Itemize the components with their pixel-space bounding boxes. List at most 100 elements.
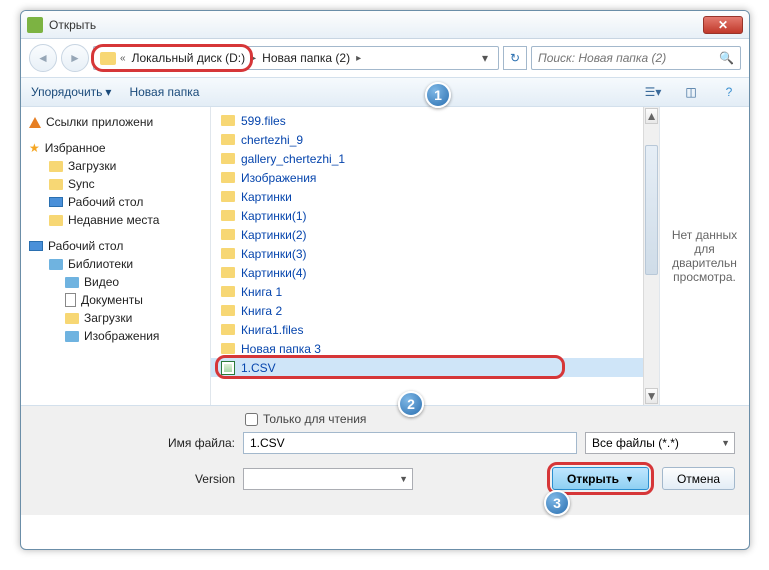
file-row[interactable]: Картинки(1): [211, 206, 643, 225]
sidebar-recent[interactable]: Недавние места: [25, 211, 206, 229]
file-row[interactable]: Картинки(4): [211, 263, 643, 282]
file-row[interactable]: Новая папка 3: [211, 339, 643, 358]
file-name: chertezhi_9: [241, 133, 303, 147]
chevron-down-icon: ▼: [625, 474, 634, 484]
file-name: Картинки(2): [241, 228, 307, 242]
callout-3-outline: Открыть ▼: [547, 462, 654, 495]
toolbar: Упорядочить ▾ Новая папка ☰▾ ◫ ?: [21, 77, 749, 107]
file-row[interactable]: Книга 2: [211, 301, 643, 320]
file-row[interactable]: 1.CSV: [211, 358, 643, 377]
close-icon: ✕: [718, 18, 728, 32]
breadcrumb-folder[interactable]: Новая папка (2): [260, 51, 352, 65]
file-name: 599.files: [241, 114, 286, 128]
file-name: Картинки(3): [241, 247, 307, 261]
search-icon[interactable]: 🔍: [719, 51, 734, 65]
folder-icon: [221, 343, 235, 354]
preview-pane-button[interactable]: ◫: [681, 82, 701, 102]
file-row[interactable]: chertezhi_9: [211, 130, 643, 149]
file-name: gallery_chertezhi_1: [241, 152, 345, 166]
version-combo[interactable]: ▼: [243, 468, 413, 490]
scrollbar[interactable]: ▲ ▼: [643, 107, 659, 405]
version-label: Version: [35, 472, 235, 486]
sidebar-libraries[interactable]: Библиотеки: [25, 255, 206, 273]
vlc-icon: [29, 117, 41, 128]
folder-icon: [221, 153, 235, 164]
file-list[interactable]: 599.files chertezhi_9 gallery_chertezhi_1 И…: [211, 107, 643, 405]
libraries-icon: [49, 259, 63, 270]
file-name: Картинки(4): [241, 266, 307, 280]
help-button[interactable]: ?: [719, 82, 739, 102]
back-button[interactable]: ◄: [29, 44, 57, 72]
file-row[interactable]: Книга1.files: [211, 320, 643, 339]
chevron-down-icon: ▼: [721, 438, 730, 448]
file-name: Книга 2: [241, 304, 282, 318]
sidebar-favorites[interactable]: ★Избранное: [25, 139, 206, 157]
folder-icon: [221, 115, 235, 126]
address-dropdown[interactable]: ▾: [478, 51, 492, 65]
sidebar-sync[interactable]: Sync: [25, 175, 206, 193]
nav-bar: ◄ ► « Локальный диск (D:) ▸ Новая папка …: [21, 39, 749, 77]
scroll-track[interactable]: [644, 125, 659, 387]
refresh-button[interactable]: ↻: [503, 46, 527, 70]
chevron-right-icon: ▸: [356, 53, 361, 64]
sidebar-desktop-root[interactable]: Рабочий стол: [25, 237, 206, 255]
open-button[interactable]: Открыть ▼: [552, 467, 649, 490]
readonly-checkbox[interactable]: [245, 413, 258, 426]
view-options-button[interactable]: ☰▾: [643, 82, 663, 102]
new-folder-button[interactable]: Новая папка: [129, 85, 199, 99]
titlebar: Открыть ✕: [21, 11, 749, 39]
file-row[interactable]: 599.files: [211, 111, 643, 130]
file-row[interactable]: Картинки(2): [211, 225, 643, 244]
chevron-down-icon: ▾: [105, 85, 111, 99]
file-filter-combo[interactable]: Все файлы (*.*) ▼: [585, 432, 735, 454]
sidebar-app-links[interactable]: Ссылки приложени: [25, 113, 206, 131]
sidebar-downloads[interactable]: Загрузки: [25, 157, 206, 175]
sidebar-desktop[interactable]: Рабочий стол: [25, 193, 206, 211]
search-input[interactable]: [538, 51, 719, 65]
close-button[interactable]: ✕: [703, 16, 743, 34]
chevron-right-icon: ▸: [251, 53, 256, 64]
sidebar-images[interactable]: Изображения: [25, 327, 206, 345]
folder-icon: [49, 179, 63, 190]
folder-icon: [100, 52, 116, 65]
folder-icon: [221, 229, 235, 240]
folder-icon: [221, 324, 235, 335]
scroll-down-button[interactable]: ▼: [645, 388, 658, 404]
file-row[interactable]: gallery_chertezhi_1: [211, 149, 643, 168]
organize-menu[interactable]: Упорядочить ▾: [31, 85, 111, 99]
folder-icon: [221, 286, 235, 297]
folder-icon: [221, 248, 235, 259]
file-row[interactable]: Изображения: [211, 168, 643, 187]
images-icon: [65, 331, 79, 342]
folder-icon: [221, 134, 235, 145]
preview-pane: Нет данных для дварительн просмотра.: [659, 107, 749, 405]
file-name: Новая папка 3: [241, 342, 321, 356]
sidebar-video[interactable]: Видео: [25, 273, 206, 291]
folder-icon: [221, 267, 235, 278]
window-title: Открыть: [49, 18, 703, 32]
filename-input[interactable]: [243, 432, 577, 454]
search-box[interactable]: 🔍: [531, 46, 741, 70]
cancel-button[interactable]: Отмена: [662, 467, 735, 490]
folder-icon: [49, 161, 63, 172]
scroll-thumb[interactable]: [645, 145, 658, 275]
address-bar[interactable]: « Локальный диск (D:) ▸ Новая папка (2) …: [93, 46, 499, 70]
breadcrumb-disk[interactable]: Локальный диск (D:): [130, 51, 248, 65]
file-row[interactable]: Картинки(3): [211, 244, 643, 263]
readonly-label: Только для чтения: [263, 412, 366, 426]
chevron-down-icon: ▼: [399, 474, 408, 484]
forward-button[interactable]: ►: [61, 44, 89, 72]
scroll-up-button[interactable]: ▲: [645, 108, 658, 124]
file-row[interactable]: Картинки: [211, 187, 643, 206]
recent-icon: [49, 215, 63, 226]
file-row[interactable]: Книга 1: [211, 282, 643, 301]
file-name: Книга1.files: [241, 323, 303, 337]
folder-icon: [221, 191, 235, 202]
file-name: Книга 1: [241, 285, 282, 299]
sidebar-documents[interactable]: Документы: [25, 291, 206, 309]
star-icon: ★: [29, 141, 40, 155]
document-icon: [65, 293, 76, 307]
desktop-icon: [49, 197, 63, 207]
sidebar-downloads2[interactable]: Загрузки: [25, 309, 206, 327]
file-name: 1.CSV: [241, 361, 276, 375]
